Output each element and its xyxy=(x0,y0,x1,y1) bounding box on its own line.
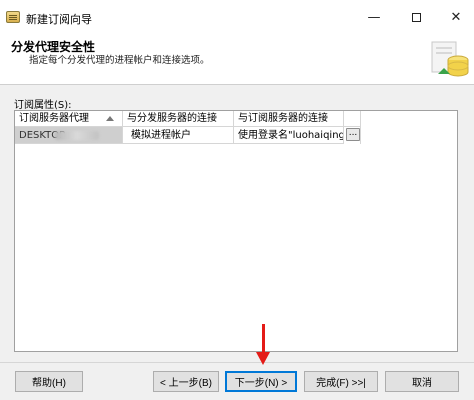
column-header-action xyxy=(344,111,361,127)
help-button[interactable]: 帮助(H) xyxy=(15,371,83,392)
previous-button[interactable]: < 上一步(B) xyxy=(153,371,219,392)
column-header-subscriber-agent[interactable]: 订阅服务器代理 xyxy=(15,111,123,127)
distributor-connection-cell[interactable]: 模拟进程帐户 xyxy=(123,127,234,144)
footer-separator xyxy=(0,362,474,363)
subscriber-agent-cell[interactable]: DESKTOP- xyxy=(15,127,123,144)
window-title: 新建订阅向导 xyxy=(26,13,92,26)
column-header-distributor-connection[interactable]: 与分发服务器的连接 xyxy=(123,111,234,127)
wizard-header: 分发代理安全性 指定每个分发代理的进程帐户和连接选项。 xyxy=(0,34,474,85)
red-arrow-annotation xyxy=(262,324,265,354)
minimize-button[interactable]: — xyxy=(354,0,394,34)
finish-button[interactable]: 完成(F) >>| xyxy=(304,371,378,392)
action-cell: ... xyxy=(344,127,361,144)
subscription-properties-label: 订阅属性(S): xyxy=(14,100,72,111)
redacted-text xyxy=(55,131,99,140)
maximize-icon xyxy=(411,12,421,22)
subscriber-connection-cell[interactable]: 使用登录名"luohaiqing" xyxy=(234,127,344,144)
page-subtitle: 指定每个分发代理的进程帐户和连接选项。 xyxy=(29,55,210,66)
close-button[interactable]: ✕ xyxy=(436,0,474,34)
next-button[interactable]: 下一步(N) > xyxy=(225,371,297,392)
table-row[interactable]: DESKTOP- 模拟进程帐户 使用登录名"luohaiqing" ... xyxy=(15,127,457,144)
grid-header: 订阅服务器代理 与分发服务器的连接 与订阅服务器的连接 xyxy=(15,111,457,127)
database-icon xyxy=(431,41,469,77)
app-icon xyxy=(6,11,20,23)
sort-ascending-icon xyxy=(106,116,114,121)
close-icon: ✕ xyxy=(450,9,462,25)
subscription-properties-grid[interactable]: 订阅服务器代理 与分发服务器的连接 与订阅服务器的连接 DESKTOP- 模拟进… xyxy=(14,110,458,352)
minimize-icon: — xyxy=(367,9,381,25)
cancel-button[interactable]: 取消 xyxy=(385,371,459,392)
ellipsis-button[interactable]: ... xyxy=(346,128,360,141)
title-bar: 新建订阅向导 — ✕ xyxy=(0,0,474,34)
column-header-subscriber-connection[interactable]: 与订阅服务器的连接 xyxy=(234,111,344,127)
red-arrow-annotation-head xyxy=(256,352,270,365)
maximize-button[interactable] xyxy=(396,0,436,34)
